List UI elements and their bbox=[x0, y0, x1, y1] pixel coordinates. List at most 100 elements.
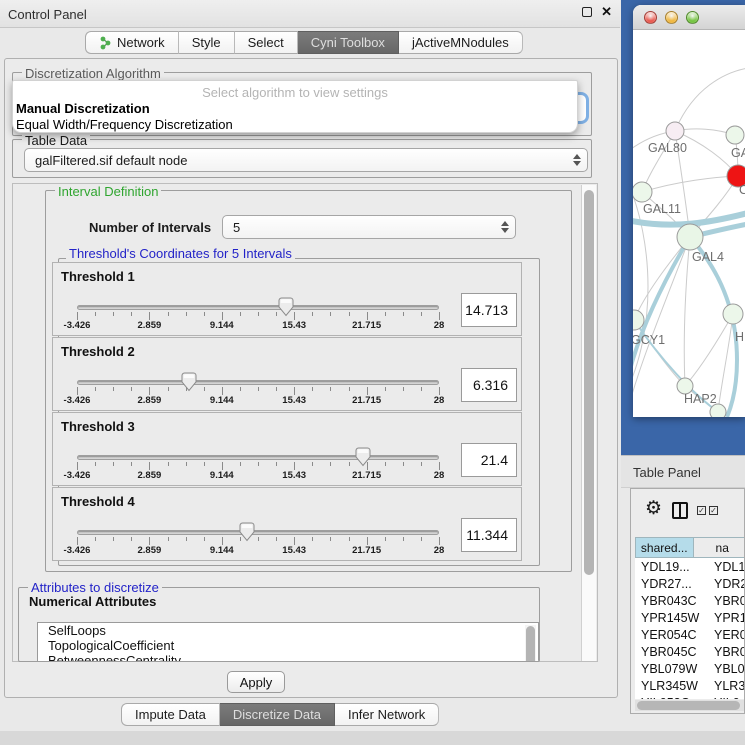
close-icon[interactable]: ✕ bbox=[601, 7, 612, 17]
table-row[interactable]: YDL19...YDL1 bbox=[635, 558, 745, 575]
table-row[interactable]: YBL079WYBL0 bbox=[635, 660, 745, 677]
network-node-label: C bbox=[739, 183, 745, 197]
threshold-value-field[interactable]: 6.316 bbox=[461, 368, 517, 402]
network-edge[interactable] bbox=[642, 176, 738, 192]
attributes-group-title: Attributes to discretize bbox=[28, 580, 162, 595]
table-panel-title: Table Panel bbox=[633, 465, 701, 480]
numerical-attributes-list[interactable]: SelfLoopsTopologicalCoefficientBetweenne… bbox=[37, 622, 539, 662]
slider-track[interactable] bbox=[77, 530, 439, 535]
network-graph[interactable]: GAL80GACGAL11GAL4GCY1HHAP2 bbox=[633, 30, 745, 417]
tab-discretize-data[interactable]: Discretize Data bbox=[220, 703, 335, 726]
tick-label: 21.715 bbox=[352, 320, 381, 331]
tick-label: 15.43 bbox=[282, 470, 306, 481]
tick-label: 2.859 bbox=[138, 470, 162, 481]
table-row[interactable]: YBR045CYBR0 bbox=[635, 643, 745, 660]
apply-button[interactable]: Apply bbox=[227, 671, 285, 693]
num-intervals-value: 5 bbox=[233, 220, 240, 235]
threshold-value-field[interactable]: 21.4 bbox=[461, 443, 517, 477]
tick-label: 2.859 bbox=[138, 395, 162, 406]
attributes-groupbox: Numerical Attributes SelfLoopsTopologica… bbox=[18, 587, 540, 662]
horizontal-scrollbar[interactable] bbox=[635, 700, 745, 711]
tick-label: -3.426 bbox=[64, 320, 91, 331]
combo-arrows-icon bbox=[573, 154, 581, 166]
attribute-list-item[interactable]: SelfLoops bbox=[38, 623, 538, 638]
threshold-value-field[interactable]: 14.713 bbox=[461, 293, 517, 327]
table-row[interactable]: YDR27...YDR2 bbox=[635, 575, 745, 592]
tick-label: 2.859 bbox=[138, 320, 162, 331]
float-panel-icon[interactable] bbox=[582, 7, 592, 17]
column-header-name[interactable]: na bbox=[694, 537, 745, 558]
control-panel-titlebar: Control Panel ✕ bbox=[0, 0, 620, 28]
dropdown-item-equal-width[interactable]: Equal Width/Frequency Discretization bbox=[16, 117, 233, 132]
checkbox-icon[interactable]: ✓ bbox=[709, 506, 718, 515]
tab-infer-network[interactable]: Infer Network bbox=[335, 703, 439, 726]
vertical-scrollbar[interactable] bbox=[581, 185, 596, 662]
close-traffic-light[interactable] bbox=[644, 11, 657, 24]
horizontal-scrollbar-thumb[interactable] bbox=[637, 701, 740, 710]
network-node[interactable] bbox=[710, 404, 726, 417]
table-row[interactable]: YER054CYER0 bbox=[635, 626, 745, 643]
network-node[interactable] bbox=[677, 224, 703, 250]
network-node[interactable] bbox=[726, 126, 744, 144]
attributes-scrollbar[interactable] bbox=[525, 625, 536, 662]
table-row[interactable]: YPR145WYPR1 bbox=[635, 609, 745, 626]
tab-impute-data[interactable]: Impute Data bbox=[121, 703, 220, 726]
vertical-scrollbar-thumb[interactable] bbox=[584, 190, 594, 575]
network-node-label: GCY1 bbox=[633, 333, 665, 347]
tick-label: 9.144 bbox=[210, 545, 234, 556]
num-intervals-combobox[interactable]: 5 bbox=[222, 215, 516, 239]
tick-label: 15.43 bbox=[282, 320, 306, 331]
dropdown-item-manual[interactable]: Manual Discretization bbox=[16, 101, 150, 116]
gear-icon[interactable]: ⚙ bbox=[645, 497, 662, 520]
checkbox-icon[interactable]: ✓ bbox=[697, 506, 706, 515]
slider-tick-labels: -3.4262.8599.14415.4321.71528 bbox=[77, 470, 439, 482]
minimize-traffic-light[interactable] bbox=[665, 11, 678, 24]
tab-network[interactable]: Network bbox=[85, 31, 179, 54]
tick-label: 15.43 bbox=[282, 545, 306, 556]
tick-label: 21.715 bbox=[352, 395, 381, 406]
network-edge[interactable] bbox=[685, 314, 733, 386]
column-header-shared-name[interactable]: shared... bbox=[635, 537, 694, 558]
table-row[interactable]: YLR345WYLR3 bbox=[635, 677, 745, 694]
app-window: Control Panel ✕ Network Style Select Cyn… bbox=[0, 0, 745, 745]
threshold-value-field[interactable]: 11.344 bbox=[461, 518, 517, 552]
network-node-label: GAL4 bbox=[692, 250, 724, 264]
table-data-combobox[interactable]: galFiltered.sif default node bbox=[24, 148, 588, 172]
network-node[interactable] bbox=[666, 122, 684, 140]
slider-track[interactable] bbox=[77, 455, 439, 460]
panel-title: Control Panel bbox=[8, 7, 87, 22]
slider-track[interactable] bbox=[77, 380, 439, 385]
network-node[interactable] bbox=[723, 304, 743, 324]
network-node-label: GA bbox=[731, 146, 745, 160]
attribute-list-item[interactable]: BetweennessCentrality bbox=[38, 653, 538, 662]
tick-label: 21.715 bbox=[352, 545, 381, 556]
table-row[interactable]: YBR043CYBR0 bbox=[635, 592, 745, 609]
network-window-titlebar[interactable] bbox=[633, 5, 745, 30]
tab-jactivemnodules[interactable]: jActiveMNodules bbox=[399, 31, 523, 54]
tab-select[interactable]: Select bbox=[235, 31, 298, 54]
slider-tick-labels: -3.4262.8599.14415.4321.71528 bbox=[77, 545, 439, 557]
tick-label: -3.426 bbox=[64, 395, 91, 406]
table-row[interactable]: YIL052CYIL0 bbox=[635, 694, 745, 699]
network-edge[interactable] bbox=[684, 237, 690, 386]
column-layout-icon[interactable] bbox=[672, 502, 688, 519]
network-edge[interactable] bbox=[675, 68, 745, 131]
table-header-row: shared... na bbox=[635, 537, 745, 558]
num-intervals-label: Number of Intervals bbox=[86, 220, 214, 235]
slider-tick-labels: -3.4262.8599.14415.4321.71528 bbox=[77, 395, 439, 407]
zoom-traffic-light[interactable] bbox=[686, 11, 699, 24]
network-edge[interactable] bbox=[690, 237, 737, 417]
tick-label: 28 bbox=[434, 545, 445, 556]
network-icon bbox=[99, 36, 112, 50]
attribute-list-item[interactable]: TopologicalCoefficient bbox=[38, 638, 538, 653]
network-node-label: H bbox=[735, 330, 744, 344]
tab-style[interactable]: Style bbox=[179, 31, 235, 54]
network-node[interactable] bbox=[633, 182, 652, 202]
dropdown-placeholder: Select algorithm to view settings bbox=[13, 85, 577, 100]
slider-track[interactable] bbox=[77, 305, 439, 310]
threshold-panel: Threshold 4-3.4262.8599.14415.4321.71528… bbox=[52, 487, 522, 561]
network-edge[interactable] bbox=[718, 314, 733, 412]
tick-label: -3.426 bbox=[64, 470, 91, 481]
numerical-attributes-label: Numerical Attributes bbox=[29, 594, 156, 609]
tab-cyni-toolbox[interactable]: Cyni Toolbox bbox=[298, 31, 399, 54]
